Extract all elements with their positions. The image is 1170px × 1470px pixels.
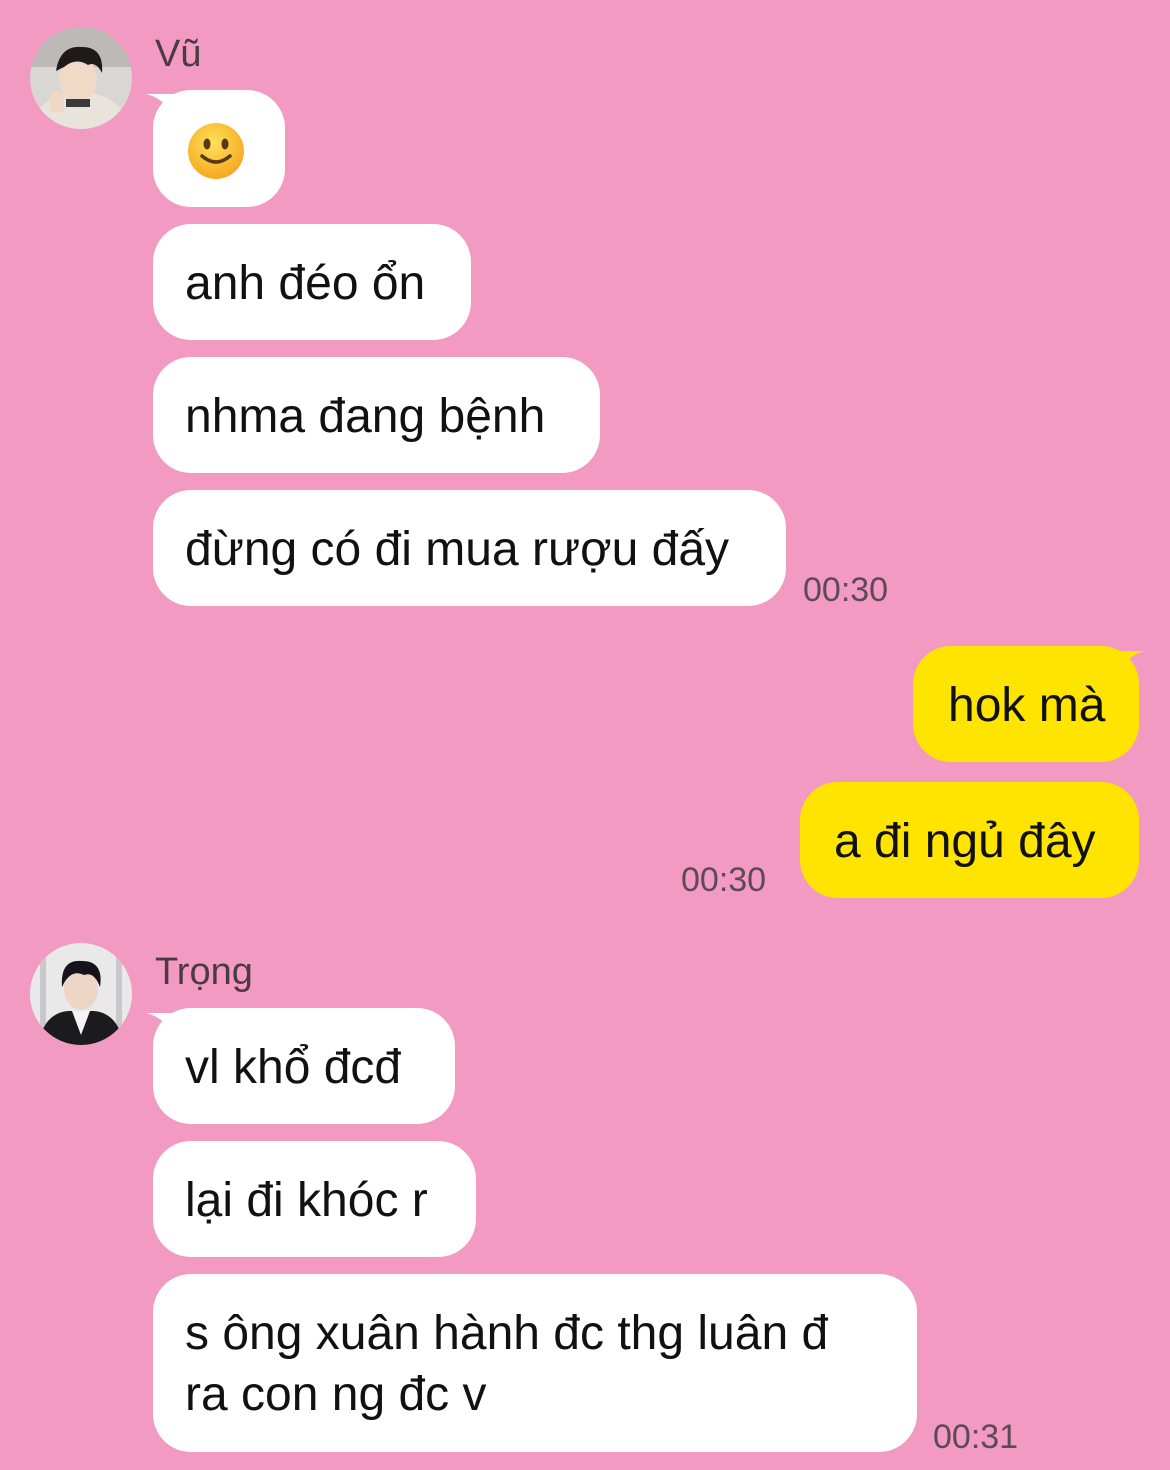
message-timestamp: 00:31 [933, 1418, 1019, 1456]
message-bubble[interactable]: nhma đang bệnh [153, 357, 600, 473]
message-timestamp: 00:30 [681, 861, 767, 899]
message-bubble[interactable]: anh đéo ổn [153, 224, 471, 340]
message-bubble[interactable]: lại đi khóc r [153, 1141, 476, 1257]
avatar-vu[interactable] [30, 27, 132, 129]
message-bubble[interactable]: đừng có đi mua rượu đấy [153, 490, 786, 606]
message-bubble[interactable]: vl khổ đcđ [153, 1008, 455, 1124]
message-bubble[interactable]: s ông xuân hành đc thg luân đ ra con ng … [153, 1274, 917, 1452]
message-bubble-emoji[interactable] [153, 90, 285, 207]
slightly-smiling-face-icon [188, 123, 244, 179]
avatar-trong[interactable] [30, 943, 132, 1045]
sender-name-trong: Trọng [155, 951, 253, 993]
message-bubble-outgoing[interactable]: hok mà [913, 646, 1139, 762]
message-bubble-outgoing[interactable]: a đi ngủ đây [800, 782, 1139, 898]
sender-name-vu: Vũ [155, 33, 202, 75]
message-timestamp: 00:30 [803, 571, 889, 609]
